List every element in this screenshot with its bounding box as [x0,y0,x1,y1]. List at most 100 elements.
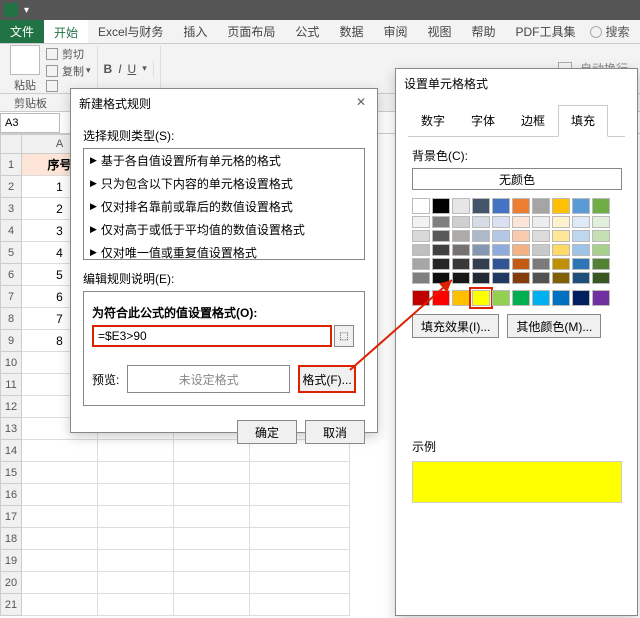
color-swatch[interactable] [532,272,550,284]
color-swatch[interactable] [552,244,570,256]
color-swatch-yellow[interactable] [472,290,490,306]
tab-review[interactable]: 审阅 [373,20,417,43]
color-swatch[interactable] [492,290,510,306]
formula-input[interactable]: =$E3>90 [92,325,332,347]
color-swatch[interactable] [552,230,570,242]
bold-button[interactable]: B [104,62,113,76]
color-swatch[interactable] [512,272,530,284]
tab-data[interactable]: 数据 [329,20,373,43]
color-swatch[interactable] [492,198,510,214]
color-swatch[interactable] [492,258,510,270]
color-swatch[interactable] [572,230,590,242]
color-swatch[interactable] [532,230,550,242]
tell-me-search[interactable]: 搜索 [590,20,630,43]
tab-pdf[interactable]: PDF工具集 [506,20,586,43]
color-swatch[interactable] [472,230,490,242]
color-swatch[interactable] [512,230,530,242]
color-swatch[interactable] [412,216,430,228]
color-swatch[interactable] [492,230,510,242]
tab-formulas[interactable]: 公式 [285,20,329,43]
color-swatch[interactable] [472,272,490,284]
tab-excel-finance[interactable]: Excel与财务 [88,20,173,43]
color-swatch[interactable] [532,244,550,256]
format-button[interactable]: 格式(F)... [298,365,356,393]
color-swatch[interactable] [452,216,470,228]
color-swatch[interactable] [552,272,570,284]
color-swatch[interactable] [532,258,550,270]
color-swatch[interactable] [512,290,530,306]
color-swatch[interactable] [432,290,450,306]
color-swatch[interactable] [552,258,570,270]
color-swatch[interactable] [432,230,450,242]
color-swatch[interactable] [432,216,450,228]
color-swatch[interactable] [592,272,610,284]
rule-type-item[interactable]: ▶仅对高于或低于平均值的数值设置格式 [84,218,364,241]
color-swatch[interactable] [412,198,430,214]
tab-font[interactable]: 字体 [458,105,508,136]
color-swatch[interactable] [432,198,450,214]
color-swatch[interactable] [592,198,610,214]
nocolor-button[interactable]: 无颜色 [412,168,622,190]
color-swatch[interactable] [432,272,450,284]
color-swatch[interactable] [472,198,490,214]
underline-button[interactable]: U [128,62,137,76]
color-swatch[interactable] [552,198,570,214]
color-swatch[interactable] [412,258,430,270]
tab-home[interactable]: 开始 [44,20,88,43]
color-swatch[interactable] [572,216,590,228]
color-swatch[interactable] [432,258,450,270]
tab-view[interactable]: 视图 [417,20,461,43]
color-swatch[interactable] [492,272,510,284]
color-swatch[interactable] [532,216,550,228]
color-swatch[interactable] [572,244,590,256]
color-swatch[interactable] [452,230,470,242]
color-swatch[interactable] [572,272,590,284]
tab-fill[interactable]: 填充 [558,105,608,137]
color-swatch[interactable] [592,258,610,270]
color-swatch[interactable] [592,216,610,228]
color-swatch[interactable] [412,272,430,284]
tab-pagelayout[interactable]: 页面布局 [217,20,285,43]
italic-button[interactable]: I [118,62,121,76]
close-icon[interactable]: ✕ [353,95,369,111]
cut-button[interactable]: 剪切 [46,46,91,62]
color-swatch[interactable] [432,244,450,256]
tab-help[interactable]: 帮助 [461,20,505,43]
color-swatch[interactable] [572,198,590,214]
color-swatch[interactable] [512,258,530,270]
color-swatch[interactable] [452,244,470,256]
color-swatch[interactable] [572,258,590,270]
color-swatch[interactable] [472,244,490,256]
cancel-button[interactable]: 取消 [305,420,365,444]
rule-type-list[interactable]: ▶基于各自值设置所有单元格的格式 ▶只为包含以下内容的单元格设置格式 ▶仅对排名… [83,148,365,260]
tab-border[interactable]: 边框 [508,105,558,136]
color-swatch[interactable] [512,216,530,228]
tab-number[interactable]: 数字 [408,105,458,136]
name-box[interactable]: A3 [0,113,60,133]
copy-button[interactable]: 复制▾ [46,63,91,79]
color-swatch[interactable] [492,216,510,228]
color-swatch[interactable] [452,290,470,306]
color-swatch[interactable] [452,272,470,284]
color-swatch[interactable] [592,244,610,256]
fill-effects-button[interactable]: 填充效果(I)... [412,314,499,338]
rule-type-item[interactable]: ▶基于各自值设置所有单元格的格式 [84,149,364,172]
color-swatch[interactable] [412,230,430,242]
color-swatch[interactable] [552,290,570,306]
color-swatch[interactable] [532,290,550,306]
color-swatch[interactable] [412,290,430,306]
range-selector-button[interactable]: ⬚ [334,325,354,347]
color-swatch[interactable] [572,290,590,306]
color-swatch[interactable] [592,230,610,242]
color-swatch[interactable] [472,258,490,270]
paste-button[interactable] [10,45,40,75]
color-swatch[interactable] [472,216,490,228]
more-colors-button[interactable]: 其他颜色(M)... [507,314,601,338]
rule-type-item[interactable]: ▶仅对排名靠前或靠后的数值设置格式 [84,195,364,218]
rule-type-item[interactable]: ▶只为包含以下内容的单元格设置格式 [84,172,364,195]
color-swatch[interactable] [412,244,430,256]
color-swatch[interactable] [492,244,510,256]
rule-type-item[interactable]: ▶仅对唯一值或重复值设置格式 [84,241,364,260]
tab-file[interactable]: 文件 [0,20,44,43]
color-swatch[interactable] [452,198,470,214]
